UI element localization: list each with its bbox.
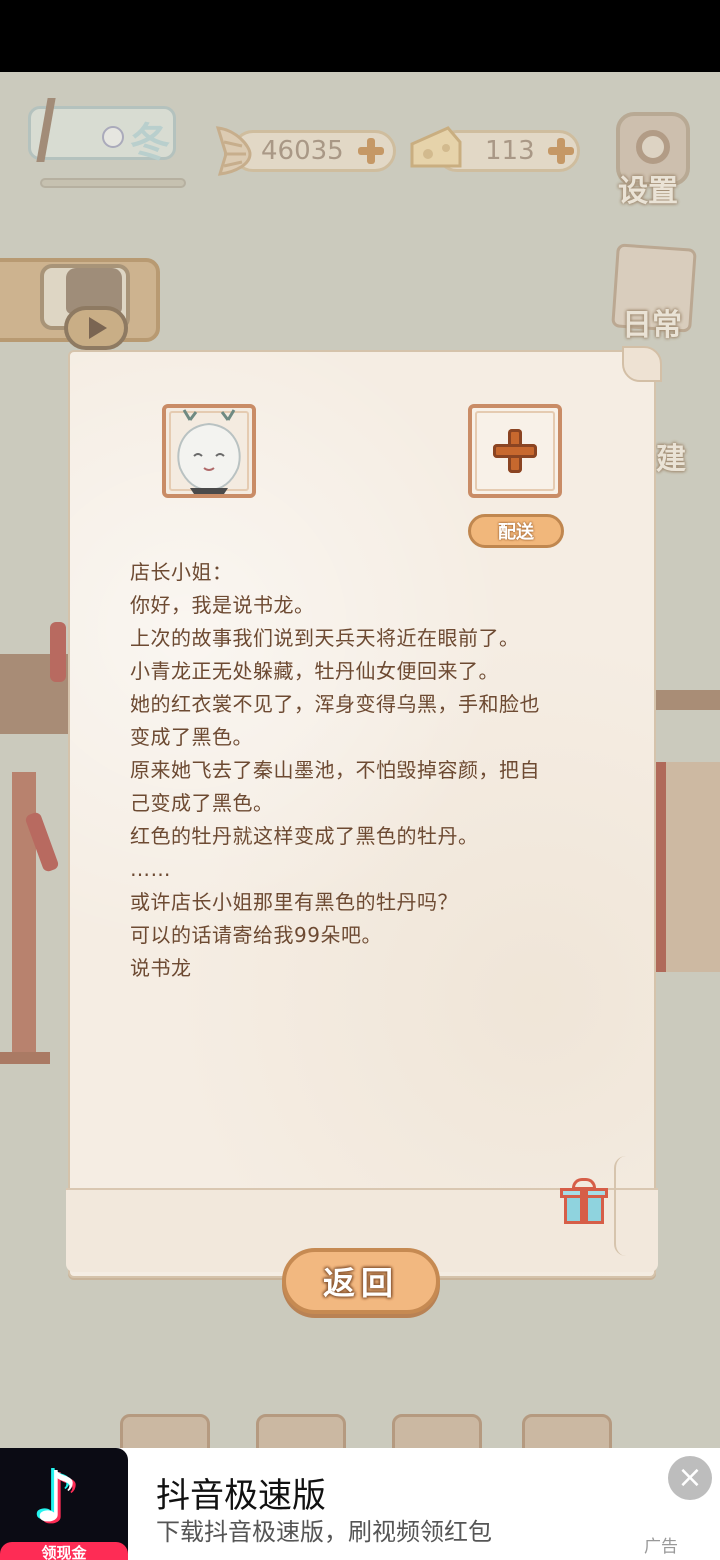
- letter-line: 小青龙正无处躲藏，牡丹仙女便回来了。: [130, 659, 499, 683]
- shelf-item: [120, 1414, 210, 1448]
- ad-badge: 领现金: [0, 1542, 128, 1560]
- deliver-button[interactable]: 配送: [468, 514, 564, 548]
- close-icon[interactable]: ×: [668, 1456, 712, 1500]
- snowman-icon: [102, 126, 124, 148]
- letter-dialog: 配送 店长小姐： 你好，我是说书龙。 上次的故事我们说到天兵天将近在眼前了。 小…: [66, 346, 662, 1278]
- letter-line: 她的红衣裳不见了，浑身变得乌黑，手和脸也: [130, 692, 540, 716]
- letter-line: 己变成了黑色。: [130, 791, 274, 815]
- season-label: 冬: [130, 119, 170, 166]
- letter-line: 原来她飞去了秦山墨池，不怕毁掉容颜，把自: [130, 758, 540, 782]
- cheese-icon: [410, 126, 462, 168]
- season-badge[interactable]: 冬: [28, 96, 186, 188]
- letter-line: 或许店长小姐那里有黑色的牡丹吗？: [130, 890, 458, 914]
- plus-icon: [493, 429, 537, 473]
- return-label: 返回: [322, 1264, 399, 1302]
- letter-line: 说书龙: [130, 956, 192, 980]
- letter-line: 变成了黑色。: [130, 725, 253, 749]
- gift-icon[interactable]: [560, 1178, 608, 1224]
- music-note-icon: ♪: [34, 1456, 79, 1538]
- building-right: [656, 762, 720, 972]
- ad-title[interactable]: 抖音极速版: [156, 1468, 326, 1517]
- settings-label[interactable]: 设置: [618, 166, 678, 210]
- shelf-item: [522, 1414, 612, 1448]
- letter-line: 店长小姐：: [130, 560, 233, 584]
- lamp-post-base: [0, 1052, 50, 1064]
- ad-banner[interactable]: ♪ 领现金 抖音极速版 下载抖音极速版，刷视频领红包 × 广告: [0, 1448, 720, 1560]
- cheese-value: 113: [485, 136, 535, 166]
- ad-subtitle[interactable]: 下载抖音极速版，刷视频领红包: [156, 1512, 492, 1547]
- letter-body: 店长小姐： 你好，我是说书龙。 上次的故事我们说到天兵天将近在眼前了。 小青龙正…: [130, 556, 610, 985]
- fishbone-icon: [215, 126, 252, 176]
- douyin-logo-icon[interactable]: ♪ 领现金: [0, 1448, 128, 1560]
- dragon-avatar-icon: [177, 409, 241, 494]
- gear-hole: [636, 130, 670, 164]
- add-item-slot[interactable]: [468, 404, 562, 498]
- return-button[interactable]: 返回: [282, 1248, 440, 1314]
- shelf-item: [392, 1414, 482, 1448]
- play-video-button[interactable]: [64, 306, 128, 350]
- lantern: [50, 622, 66, 682]
- scroll-curl: [614, 1156, 640, 1256]
- letter-line: ……: [130, 857, 171, 881]
- gift-ribbon: [580, 1188, 588, 1224]
- status-bar: [0, 0, 720, 72]
- add-cheese-icon[interactable]: [546, 136, 576, 166]
- daily-label[interactable]: 日常: [622, 300, 682, 344]
- building-right-roof: [656, 690, 720, 710]
- build-label[interactable]: 建: [656, 434, 686, 478]
- letter-line: 可以的话请寄给我99朵吧。: [130, 923, 382, 947]
- season-progress-bar: [40, 178, 186, 188]
- paper-curl: [622, 346, 662, 382]
- letter-line: 你好，我是说书龙。: [130, 593, 315, 617]
- letter-line: 红色的牡丹就这样变成了黑色的牡丹。: [130, 824, 479, 848]
- letter-line: 上次的故事我们说到天兵天将近在眼前了。: [130, 626, 520, 650]
- shelf-item: [256, 1414, 346, 1448]
- gift-bow: [572, 1178, 596, 1190]
- coin-value: 46035: [261, 136, 344, 166]
- sender-avatar: [162, 404, 256, 498]
- add-coins-icon[interactable]: [356, 136, 386, 166]
- ad-mark: 广告: [644, 1537, 678, 1557]
- play-icon: [89, 317, 107, 339]
